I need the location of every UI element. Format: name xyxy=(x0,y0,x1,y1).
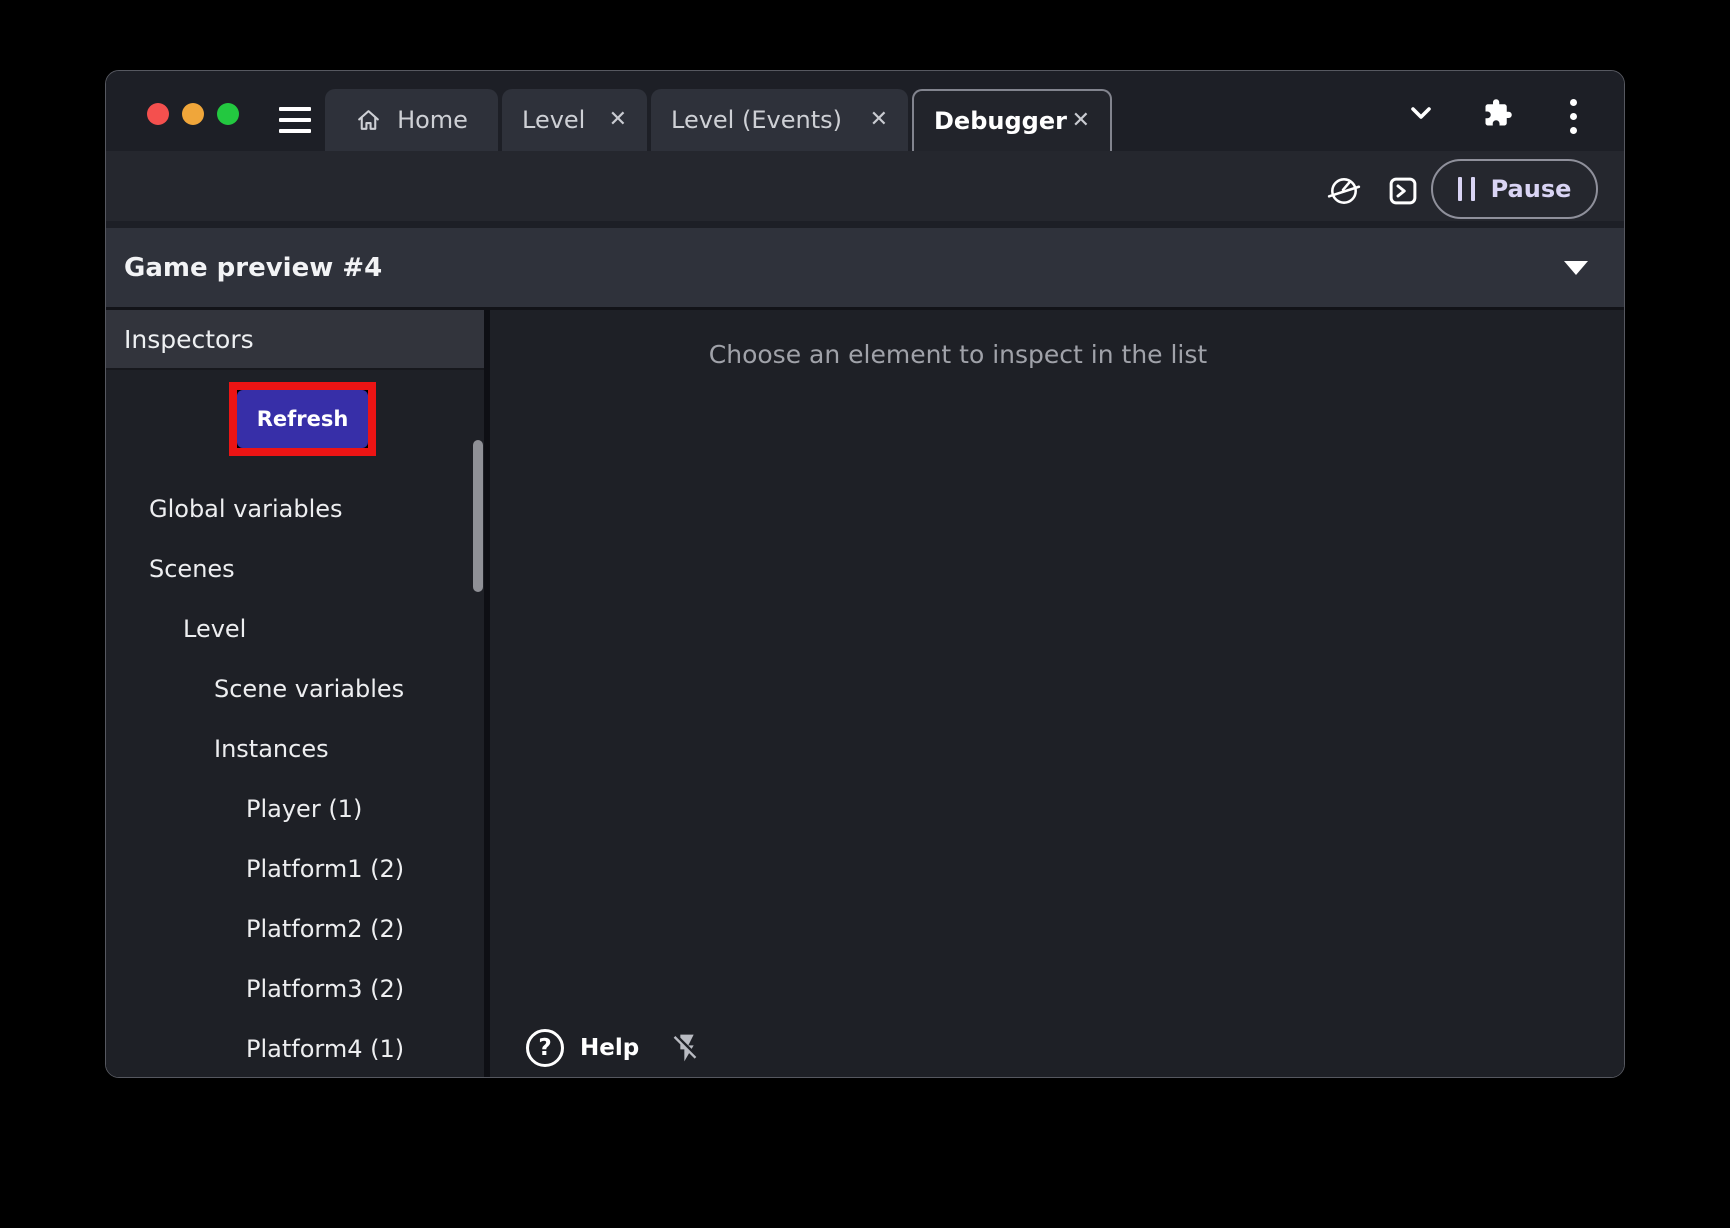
help-button[interactable]: ? Help xyxy=(526,1029,639,1067)
close-icon[interactable]: ✕ xyxy=(1072,110,1090,132)
sidebar-item-scene-variables[interactable]: Scene variables xyxy=(106,659,470,719)
window-controls xyxy=(147,103,239,125)
chevron-down-icon[interactable] xyxy=(1406,98,1436,128)
minimize-window-button[interactable] xyxy=(182,103,204,125)
pause-label: Pause xyxy=(1491,175,1572,203)
help-label: Help xyxy=(580,1035,639,1061)
dropdown-caret-icon[interactable] xyxy=(1564,261,1588,275)
kebab-menu-button[interactable] xyxy=(1570,99,1577,134)
flash-off-button[interactable] xyxy=(671,1032,703,1064)
tab-debugger[interactable]: Debugger ✕ xyxy=(912,89,1112,151)
inspector-list: Global variablesScenesLevelScene variabl… xyxy=(106,479,470,1078)
footer-actions: ? Help xyxy=(526,1029,703,1067)
tab-home[interactable]: Home xyxy=(325,89,498,151)
inspector-detail-panel: Choose an element to inspect in the list… xyxy=(490,310,1624,1077)
tab-label: Level xyxy=(522,106,585,134)
tab-strip: Home Level ✕ Level (Events) ✕ Debugger ✕ xyxy=(325,89,1112,151)
preview-selector[interactable]: Game preview #4 xyxy=(106,228,1624,307)
pause-icon xyxy=(1458,177,1475,201)
sidebar-item-level[interactable]: Level xyxy=(106,599,470,659)
hamburger-menu-button[interactable] xyxy=(279,107,311,133)
close-icon[interactable]: ✕ xyxy=(609,109,627,131)
home-icon xyxy=(355,107,382,134)
annotation-highlight: Refresh xyxy=(229,382,376,456)
sidebar-item-instances[interactable]: Instances xyxy=(106,719,470,779)
maximize-window-button[interactable] xyxy=(217,103,239,125)
tab-level[interactable]: Level ✕ xyxy=(502,89,647,151)
puzzle-extension-icon[interactable] xyxy=(1483,98,1513,128)
inspectors-sidebar: Inspectors Refresh Global variablesScene… xyxy=(106,310,484,1077)
app-window: Home Level ✕ Level (Events) ✕ Debugger ✕ xyxy=(105,70,1625,1078)
kebab-icon xyxy=(1570,99,1577,106)
close-window-button[interactable] xyxy=(147,103,169,125)
preview-title: Game preview #4 xyxy=(106,253,382,283)
tab-label: Level (Events) xyxy=(671,106,842,134)
sidebar-item-platform1-2[interactable]: Platform1 (2) xyxy=(106,839,470,899)
sidebar-item-global-variables[interactable]: Global variables xyxy=(106,479,470,539)
refresh-button[interactable]: Refresh xyxy=(237,390,368,448)
flash-off-icon xyxy=(671,1032,703,1064)
sidebar-item-scenes[interactable]: Scenes xyxy=(106,539,470,599)
title-bar: Home Level ✕ Level (Events) ✕ Debugger ✕ xyxy=(106,71,1624,151)
help-icon: ? xyxy=(526,1029,564,1067)
tab-level-events[interactable]: Level (Events) ✕ xyxy=(651,89,908,151)
tab-label: Debugger xyxy=(934,107,1067,135)
close-icon[interactable]: ✕ xyxy=(870,109,888,131)
inspectors-header: Inspectors xyxy=(106,310,484,370)
empty-state-message: Choose an element to inspect in the list xyxy=(490,340,1426,369)
desktop-background: Home Level ✕ Level (Events) ✕ Debugger ✕ xyxy=(0,0,1730,1228)
hamburger-icon xyxy=(279,107,311,111)
console-icon[interactable] xyxy=(1388,176,1418,206)
sidebar-item-platform4-1[interactable]: Platform4 (1) xyxy=(106,1019,470,1078)
profiler-gauge-icon[interactable] xyxy=(1327,174,1361,208)
tab-label: Home xyxy=(397,106,468,134)
debugger-content: Inspectors Refresh Global variablesScene… xyxy=(106,307,1624,1077)
sidebar-item-platform2-2[interactable]: Platform2 (2) xyxy=(106,899,470,959)
sidebar-scrollbar[interactable] xyxy=(473,440,483,592)
pause-button[interactable]: Pause xyxy=(1431,159,1598,219)
sidebar-item-platform3-2[interactable]: Platform3 (2) xyxy=(106,959,470,1019)
sidebar-item-player-1[interactable]: Player (1) xyxy=(106,779,470,839)
debugger-toolbar: Pause xyxy=(106,151,1624,221)
